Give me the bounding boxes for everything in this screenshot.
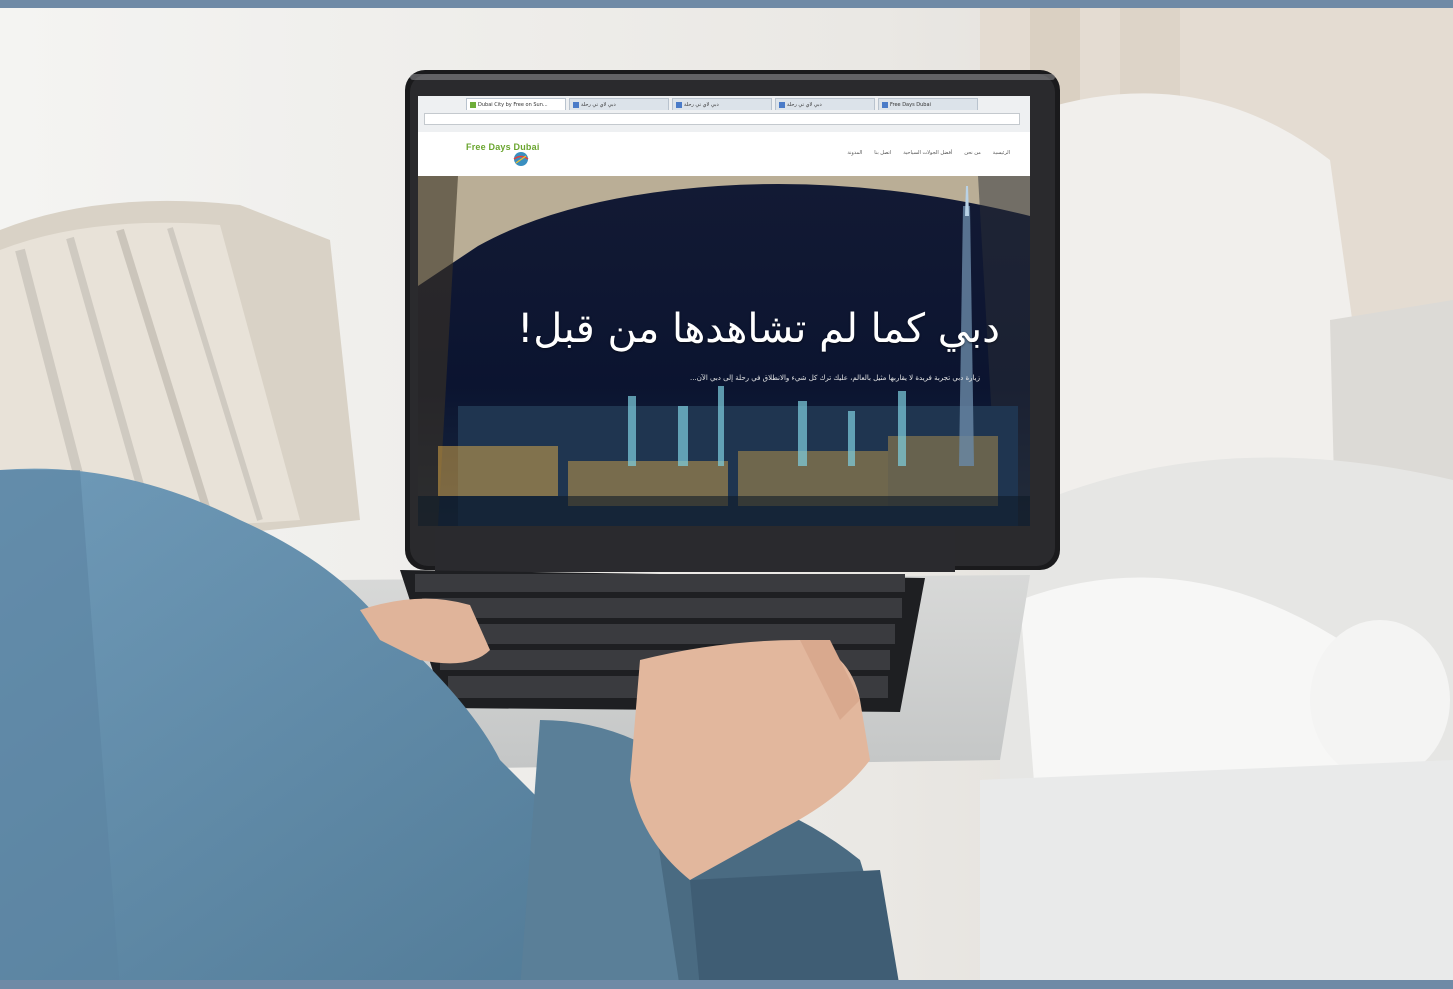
nav-item-about[interactable]: من نحن — [964, 150, 981, 156]
globe-icon — [513, 152, 529, 166]
bottom-border — [0, 981, 1453, 989]
favicon-icon — [470, 101, 476, 108]
site-header: Free Days Dubai الرئيسية من نحن أفضل الج… — [418, 132, 1030, 176]
browser-chrome: Dubai City by Free on Sun... دبي لاي تي … — [418, 96, 1030, 133]
site-nav: الرئيسية من نحن أفضل الجولات السياحية ات… — [847, 150, 1010, 156]
favicon-icon — [676, 101, 682, 108]
browser-tab[interactable]: Free Days Dubai — [878, 98, 978, 110]
favicon-icon — [573, 101, 579, 108]
nav-item-tours[interactable]: أفضل الجولات السياحية — [903, 150, 952, 156]
laptop-screen: Dubai City by Free on Sun... دبي لاي تي … — [418, 96, 1030, 526]
address-bar[interactable] — [424, 113, 1020, 125]
nav-item-blog[interactable]: المدونة — [847, 150, 862, 156]
browser-tab[interactable]: Dubai City by Free on Sun... — [466, 98, 566, 110]
browser-tabs: Dubai City by Free on Sun... دبي لاي تي … — [418, 96, 1030, 110]
nav-item-contact[interactable]: اتصل بنا — [874, 150, 891, 156]
browser-tab[interactable]: دبي لاي تي رحلة — [775, 98, 875, 110]
hero-title: دبي كما لم تشاهدها من قبل! — [517, 306, 1000, 352]
hero-subtitle: زيارة دبي تجربة فريدة لا يقاربها مثيل با… — [690, 374, 980, 382]
hero-banner: دبي كما لم تشاهدها من قبل! زيارة دبي تجر… — [418, 176, 1030, 526]
nav-item-home[interactable]: الرئيسية — [993, 150, 1010, 156]
photo-scene: Dubai City by Free on Sun... دبي لاي تي … — [0, 0, 1453, 989]
site-logo[interactable]: Free Days Dubai — [462, 140, 552, 170]
favicon-icon — [779, 101, 785, 108]
favicon-icon — [882, 101, 888, 108]
browser-tab[interactable]: دبي لاي تي رحلة — [672, 98, 772, 110]
browser-tab[interactable]: دبي لاي تي رحلة — [569, 98, 669, 110]
top-border — [0, 0, 1453, 8]
